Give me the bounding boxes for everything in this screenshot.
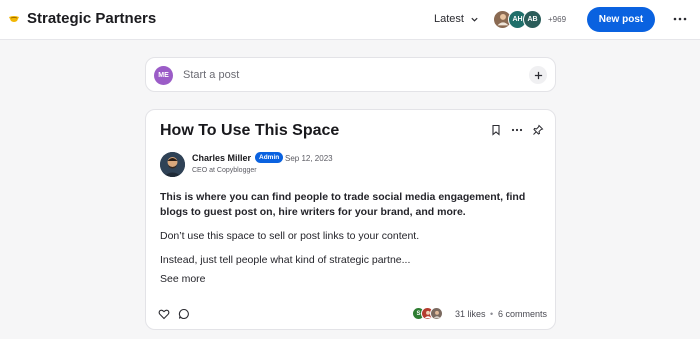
- post-date: Sep 12, 2023: [285, 154, 333, 163]
- current-user-avatar: ME: [154, 66, 173, 85]
- chevron-down-icon: [471, 17, 478, 22]
- more-options-icon[interactable]: [511, 124, 523, 136]
- likers-avatar-group[interactable]: S: [412, 307, 443, 320]
- post-body-intro: This is where you can find people to tra…: [160, 191, 526, 218]
- separator-dot: •: [490, 309, 494, 319]
- sort-dropdown[interactable]: Latest: [434, 13, 479, 25]
- see-more-link[interactable]: See more: [160, 273, 206, 285]
- sort-label: Latest: [434, 13, 464, 25]
- liker-avatar: [430, 307, 443, 320]
- post-actions: [490, 124, 544, 136]
- author-avatar[interactable]: [160, 152, 185, 177]
- comments-count[interactable]: 6 comments: [498, 309, 547, 319]
- more-options-icon[interactable]: [672, 14, 688, 24]
- likes-count[interactable]: 31 likes: [455, 309, 486, 319]
- post-reactions: [158, 308, 190, 320]
- composer-placeholder[interactable]: Start a post: [183, 69, 239, 81]
- new-post-button[interactable]: New post: [587, 7, 655, 32]
- post-composer[interactable]: ME Start a post: [145, 57, 556, 92]
- members-avatar-group[interactable]: AH AB +969: [493, 9, 566, 29]
- author-name[interactable]: Charles Miller: [192, 153, 251, 163]
- post-title[interactable]: How To Use This Space: [160, 122, 339, 140]
- person-photo-icon: [433, 310, 440, 318]
- author-photo-icon: [160, 152, 185, 177]
- heart-icon[interactable]: [158, 308, 170, 320]
- post-body-paragraph: Don’t use this space to sell or post lin…: [160, 230, 420, 242]
- author-headline: CEO at Copyblogger: [192, 167, 257, 174]
- bookmark-icon[interactable]: [490, 124, 502, 136]
- member-avatar: AB: [523, 9, 542, 29]
- post-card: How To Use This Space Charles Miller Adm…: [145, 109, 556, 330]
- add-attachment-button[interactable]: [529, 66, 547, 84]
- space-emoji-icon: [9, 16, 19, 22]
- member-count: +969: [548, 14, 567, 24]
- post-body-paragraph: Instead, just tell people what kind of s…: [160, 254, 411, 266]
- space-title: Strategic Partners: [27, 10, 157, 27]
- pin-icon[interactable]: [532, 124, 544, 136]
- admin-badge: Admin: [255, 152, 284, 163]
- plus-icon: [534, 71, 542, 79]
- comment-icon[interactable]: [178, 308, 190, 320]
- top-bar: Strategic Partners Latest AH AB +969 New…: [0, 0, 700, 40]
